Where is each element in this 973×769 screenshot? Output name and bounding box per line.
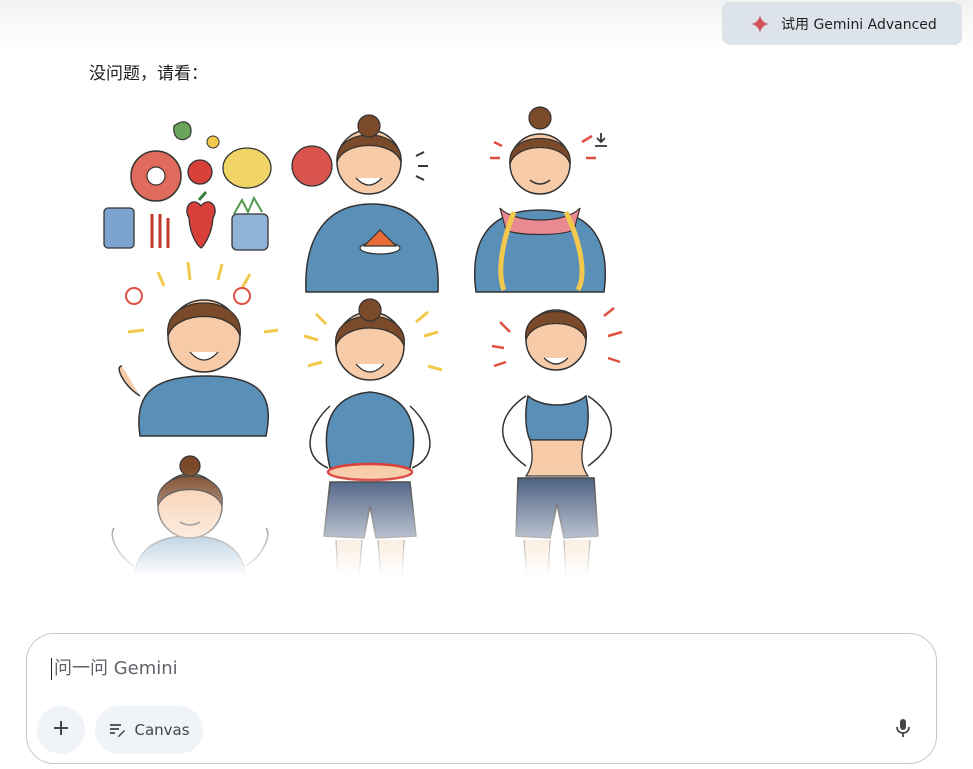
food-panel xyxy=(103,121,272,251)
mic-icon xyxy=(895,718,911,742)
flexing-panel xyxy=(111,455,269,597)
fit-figure xyxy=(491,307,623,619)
canvas-button[interactable]: Canvas xyxy=(95,706,203,754)
prompt-composer: 问一问 Gemini Canvas xyxy=(26,633,937,764)
center-figure xyxy=(303,298,443,617)
illustration-grid xyxy=(103,106,623,619)
download-icon[interactable] xyxy=(591,129,611,151)
plus-icon xyxy=(51,718,71,742)
gemini-sparkle-icon xyxy=(750,14,770,34)
add-button[interactable] xyxy=(37,706,85,754)
canvas-label: Canvas xyxy=(134,721,190,739)
canvas-icon xyxy=(108,721,126,739)
excited-panel xyxy=(118,261,279,437)
try-gemini-advanced-button[interactable]: 试用 Gemini Advanced xyxy=(722,2,962,45)
measuring-panel xyxy=(474,106,606,293)
microphone-button[interactable] xyxy=(887,714,919,746)
generated-image[interactable] xyxy=(94,96,650,636)
prompt-input[interactable]: 问一问 Gemini xyxy=(51,658,178,680)
response-text: 没问题，请看： xyxy=(89,64,208,84)
try-gemini-advanced-label: 试用 Gemini Advanced xyxy=(781,16,937,33)
eating-panel xyxy=(291,114,439,293)
